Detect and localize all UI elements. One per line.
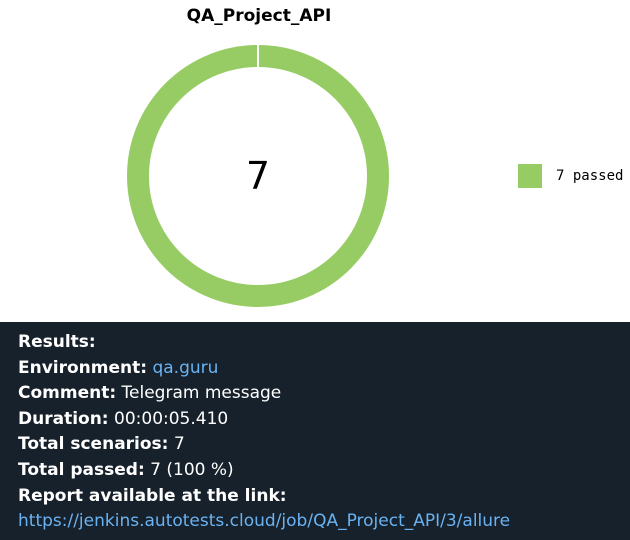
total-scenarios-key: Total scenarios: (18, 434, 169, 455)
total-scenarios-row: Total scenarios: 7 (18, 432, 630, 458)
total-passed-value: 7 (100 %) (150, 459, 234, 480)
duration-key: Duration: (18, 408, 109, 429)
environment-link[interactable]: qa.guru (152, 358, 218, 378)
total-passed-key: Total passed: (18, 459, 145, 480)
environment-row: Environment: qa.guru (18, 356, 630, 382)
report-key: Report available at the link: (18, 485, 287, 506)
chart-title: QA_Project_API (186, 6, 332, 26)
report-link[interactable]: https://jenkins.autotests.cloud/job/QA_P… (18, 511, 510, 531)
environment-key: Environment: (18, 357, 148, 378)
comment-key: Comment: (18, 383, 117, 404)
donut-chart: 7 (127, 44, 389, 307)
duration-row: Duration: 00:00:05.410 (18, 407, 630, 433)
comment-value: Telegram message (121, 383, 282, 404)
results-heading: Results: (18, 330, 630, 356)
chart-area: 7 QA_Project_API 7 passed (0, 0, 630, 322)
legend: 7 passed (518, 164, 623, 188)
comment-row: Comment: Telegram message (18, 381, 630, 407)
results-panel: Results: Environment: qa.guru Comment: T… (0, 322, 630, 540)
legend-swatch-passed (518, 164, 542, 188)
total-scenarios-value: 7 (173, 434, 185, 455)
results-heading-text: Results: (18, 332, 96, 352)
donut-center-label: 7 (246, 154, 270, 198)
report-row: Report available at the link: (18, 484, 630, 510)
legend-label-passed: 7 passed (556, 168, 624, 184)
total-passed-row: Total passed: 7 (100 %) (18, 458, 630, 484)
duration-value: 00:00:05.410 (114, 408, 229, 429)
report-link-row: https://jenkins.autotests.cloud/job/QA_P… (18, 509, 630, 535)
